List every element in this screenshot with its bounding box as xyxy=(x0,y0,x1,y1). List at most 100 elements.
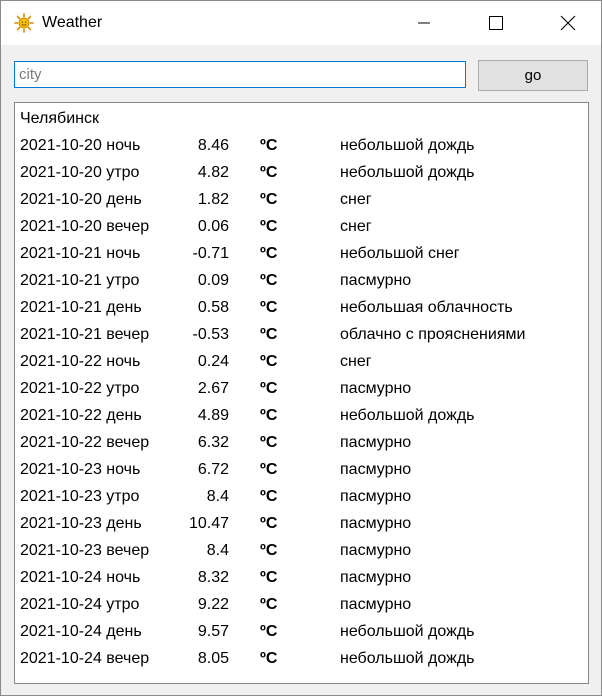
forecast-description: небольшой снег xyxy=(340,245,460,262)
temperature-unit: ºС xyxy=(260,380,278,397)
title-bar[interactable]: Weather xyxy=(1,1,601,45)
forecast-temperature: 0.06 xyxy=(197,218,229,235)
forecast-description: небольшой дождь xyxy=(340,623,475,640)
forecast-temperature: 0.24 xyxy=(197,353,229,370)
temperature-unit: ºС xyxy=(260,164,278,181)
forecast-description: пасмурно xyxy=(340,461,412,478)
go-button[interactable]: go xyxy=(478,60,588,91)
forecast-temperature: 6.72 xyxy=(197,461,229,478)
forecast-temperature: 0.09 xyxy=(197,272,229,289)
forecast-rows: 2021-10-20 ночь 8.46 ºС небольшой дождь 2021… xyxy=(15,137,588,677)
forecast-description: пасмурно xyxy=(340,569,412,586)
forecast-temperature: -0.71 xyxy=(192,245,229,262)
list-item[interactable]: 2021-10-24 утро 9.22 ºС пасмурно xyxy=(15,596,588,623)
list-item[interactable]: 2021-10-23 день 10.47 ºС пасмурно xyxy=(15,515,588,542)
forecast-list[interactable]: Челябинск 2021-10-20 ночь 8.46 ºС небольшой… xyxy=(14,102,589,684)
list-item[interactable]: 2021-10-22 вечер 6.32 ºС пасмурно xyxy=(15,434,588,461)
list-item[interactable]: 2021-10-21 день 0.58 ºС небольшая облачност… xyxy=(15,299,588,326)
forecast-description: небольшой дождь xyxy=(340,650,475,667)
forecast-description: пасмурно xyxy=(340,380,412,397)
forecast-description: пасмурно xyxy=(340,542,412,559)
city-name: Челябинск xyxy=(20,110,99,127)
list-item[interactable]: 2021-10-21 ночь -0.71 ºС небольшой снег xyxy=(15,245,588,272)
forecast-temperature: 4.82 xyxy=(197,164,229,181)
list-item[interactable]: 2021-10-22 ночь 0.24 ºС снег xyxy=(15,353,588,380)
forecast-description: облачно с прояснениями xyxy=(340,326,526,343)
close-button[interactable] xyxy=(545,1,591,45)
temperature-unit: ºС xyxy=(260,434,278,451)
temperature-unit: ºС xyxy=(260,218,278,235)
forecast-date: 2021-10-24 день xyxy=(20,623,142,640)
temperature-unit: ºС xyxy=(260,299,278,316)
forecast-description: пасмурно xyxy=(340,515,412,532)
forecast-date: 2021-10-21 ночь xyxy=(20,245,141,262)
forecast-date: 2021-10-21 день xyxy=(20,299,142,316)
minimize-button[interactable] xyxy=(401,1,447,45)
list-item[interactable]: 2021-10-24 вечер 8.05 ºС небольшой дождь xyxy=(15,650,588,677)
list-item[interactable]: 2021-10-22 день 4.89 ºС небольшой дождь xyxy=(15,407,588,434)
temperature-unit: ºС xyxy=(260,569,278,586)
temperature-unit: ºС xyxy=(260,461,278,478)
list-item[interactable]: 2021-10-23 утро 8.4 ºС пасмурно xyxy=(15,488,588,515)
forecast-description: пасмурно xyxy=(340,596,412,613)
forecast-date: 2021-10-20 ночь xyxy=(20,137,141,154)
list-item[interactable]: 2021-10-24 день 9.57 ºС небольшой дождь xyxy=(15,623,588,650)
forecast-date: 2021-10-23 день xyxy=(20,515,142,532)
forecast-date: 2021-10-21 вечер xyxy=(20,326,150,343)
city-input[interactable] xyxy=(14,61,466,88)
forecast-date: 2021-10-21 утро xyxy=(20,272,140,289)
forecast-temperature: 6.32 xyxy=(197,434,229,451)
list-item[interactable]: 2021-10-21 утро 0.09 ºС пасмурно xyxy=(15,272,588,299)
forecast-description: небольшой дождь xyxy=(340,407,475,424)
temperature-unit: ºС xyxy=(260,137,278,154)
list-item[interactable]: 2021-10-21 вечер -0.53 ºС облачно с проясне… xyxy=(15,326,588,353)
temperature-unit: ºС xyxy=(260,326,278,343)
window-title: Weather xyxy=(42,14,103,31)
sun-icon xyxy=(14,13,34,33)
forecast-date: 2021-10-20 день xyxy=(20,191,142,208)
list-item[interactable]: 2021-10-23 вечер 8.4 ºС пасмурно xyxy=(15,542,588,569)
temperature-unit: ºС xyxy=(260,191,278,208)
forecast-description: небольшая облачность xyxy=(340,299,513,316)
forecast-date: 2021-10-23 вечер xyxy=(20,542,150,559)
forecast-temperature: 9.57 xyxy=(197,623,229,640)
maximize-button[interactable] xyxy=(473,1,519,45)
forecast-date: 2021-10-22 вечер xyxy=(20,434,150,451)
forecast-temperature: 2.67 xyxy=(197,380,229,397)
maximize-icon xyxy=(489,16,503,30)
forecast-temperature: 10.47 xyxy=(188,515,229,532)
list-item[interactable]: 2021-10-22 утро 2.67 ºС пасмурно xyxy=(15,380,588,407)
forecast-description: пасмурно xyxy=(340,272,412,289)
minimize-icon xyxy=(418,22,430,24)
list-item[interactable]: 2021-10-24 ночь 8.32 ºС пасмурно xyxy=(15,569,588,596)
temperature-unit: ºС xyxy=(260,650,278,667)
list-item[interactable]: 2021-10-23 ночь 6.72 ºС пасмурно xyxy=(15,461,588,488)
close-icon xyxy=(560,15,576,31)
forecast-temperature: 0.58 xyxy=(197,299,229,316)
temperature-unit: ºС xyxy=(260,542,278,559)
forecast-description: пасмурно xyxy=(340,488,412,505)
forecast-temperature: 8.05 xyxy=(197,650,229,667)
forecast-description: небольшой дождь xyxy=(340,164,475,181)
forecast-date: 2021-10-23 ночь xyxy=(20,461,141,478)
forecast-description: небольшой дождь xyxy=(340,137,475,154)
temperature-unit: ºС xyxy=(260,488,278,505)
forecast-temperature: 8.4 xyxy=(206,488,229,505)
forecast-description: снег xyxy=(340,353,372,370)
list-item[interactable]: 2021-10-20 вечер 0.06 ºС снег xyxy=(15,218,588,245)
list-item[interactable]: 2021-10-20 ночь 8.46 ºС небольшой дождь xyxy=(15,137,588,164)
list-item[interactable]: 2021-10-20 день 1.82 ºС снег xyxy=(15,191,588,218)
temperature-unit: ºС xyxy=(260,596,278,613)
forecast-date: 2021-10-22 день xyxy=(20,407,142,424)
temperature-unit: ºС xyxy=(260,515,278,532)
temperature-unit: ºС xyxy=(260,245,278,262)
weather-window: Weather go Челябинск 2021-10-20 ночь8.46… xyxy=(0,0,602,696)
forecast-temperature: 8.4 xyxy=(206,542,229,559)
temperature-unit: ºС xyxy=(260,272,278,289)
forecast-date: 2021-10-24 ночь xyxy=(20,569,141,586)
forecast-description: пасмурно xyxy=(340,434,412,451)
forecast-date: 2021-10-22 ночь xyxy=(20,353,141,370)
list-item[interactable]: 2021-10-20 утро 4.82 ºС небольшой дождь xyxy=(15,164,588,191)
forecast-temperature: 8.46 xyxy=(197,137,229,154)
forecast-date: 2021-10-22 утро xyxy=(20,380,140,397)
